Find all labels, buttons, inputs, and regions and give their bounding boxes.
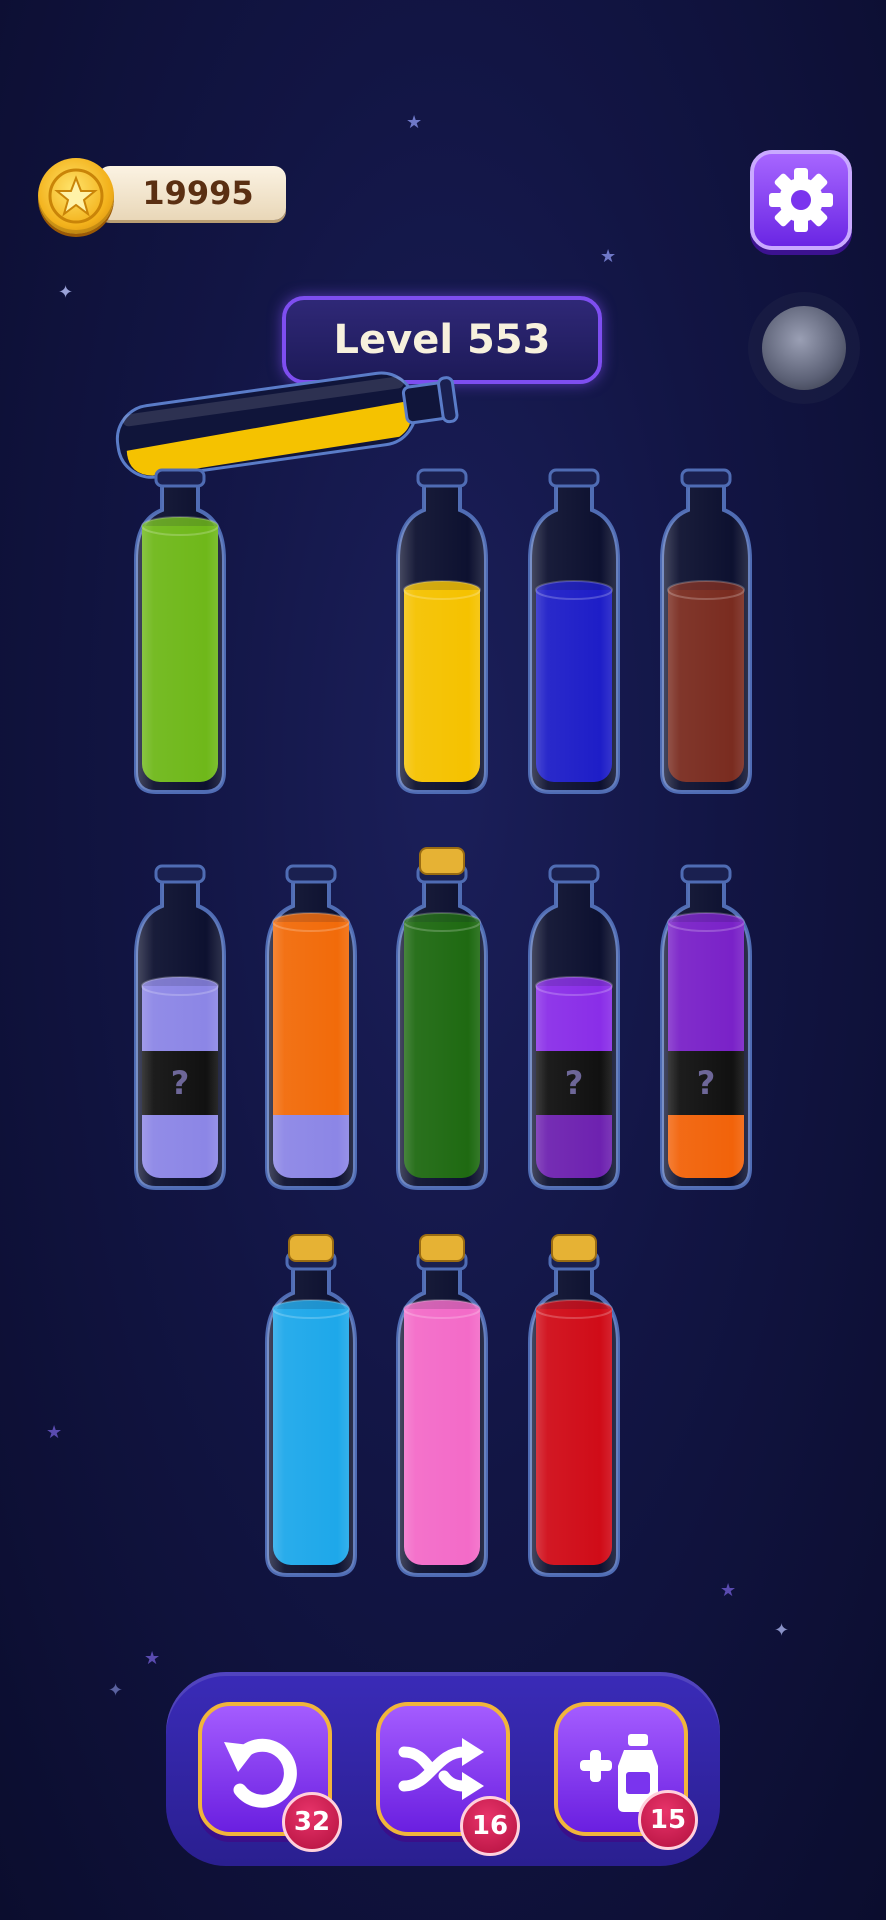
bottle-rim	[548, 864, 600, 884]
glass-shine	[398, 1263, 486, 1575]
bottle-b2[interactable]	[396, 468, 488, 794]
star-decoration: ✦	[774, 1620, 790, 1641]
pouring-bottle	[115, 371, 459, 479]
powerup-bar: 32 16 15	[166, 1672, 720, 1866]
bottle-b1[interactable]	[134, 468, 226, 794]
glass-shine	[530, 876, 618, 1188]
cork-cap	[419, 847, 465, 875]
glass-shine	[662, 480, 750, 792]
bottle-rim	[285, 864, 337, 884]
bottle-rim	[680, 864, 732, 884]
bottle-b11[interactable]	[396, 1234, 488, 1577]
bottle-b3[interactable]	[528, 468, 620, 794]
bottle-b6[interactable]	[265, 864, 357, 1190]
bottle-b12[interactable]	[528, 1234, 620, 1577]
glass-shine	[136, 876, 224, 1188]
glass-shine	[398, 480, 486, 792]
glass-shine	[530, 1263, 618, 1575]
star-decoration: ★	[144, 1648, 161, 1669]
glass-shine	[136, 480, 224, 792]
bottle-rim	[154, 468, 206, 488]
shuffle-count-badge: 16	[460, 1796, 520, 1856]
cork-cap	[551, 1234, 597, 1262]
bottle-rim	[154, 864, 206, 884]
bottle-b4[interactable]	[660, 468, 752, 794]
cork-cap	[288, 1234, 334, 1262]
undo-count-badge: 32	[282, 1792, 342, 1852]
bottle-b5[interactable]: ?	[134, 864, 226, 1190]
cork-cap	[419, 1234, 465, 1262]
game-board[interactable]: ???	[0, 0, 886, 1620]
bottle-rim	[548, 468, 600, 488]
glass-shine	[267, 876, 355, 1188]
glass-shine	[267, 1263, 355, 1575]
bottle-b10[interactable]	[265, 1234, 357, 1577]
glass-shine	[530, 480, 618, 792]
glass-shine	[398, 876, 486, 1188]
bottle-b9[interactable]: ?	[660, 864, 752, 1190]
add-bottle-count-badge: 15	[638, 1790, 698, 1850]
glass-shine	[662, 876, 750, 1188]
bottle-rim	[680, 468, 732, 488]
bottle-b7[interactable]	[396, 847, 488, 1190]
star-decoration: ✦	[108, 1680, 124, 1701]
bottle-b8[interactable]: ?	[528, 864, 620, 1190]
bottle-rim	[416, 468, 468, 488]
